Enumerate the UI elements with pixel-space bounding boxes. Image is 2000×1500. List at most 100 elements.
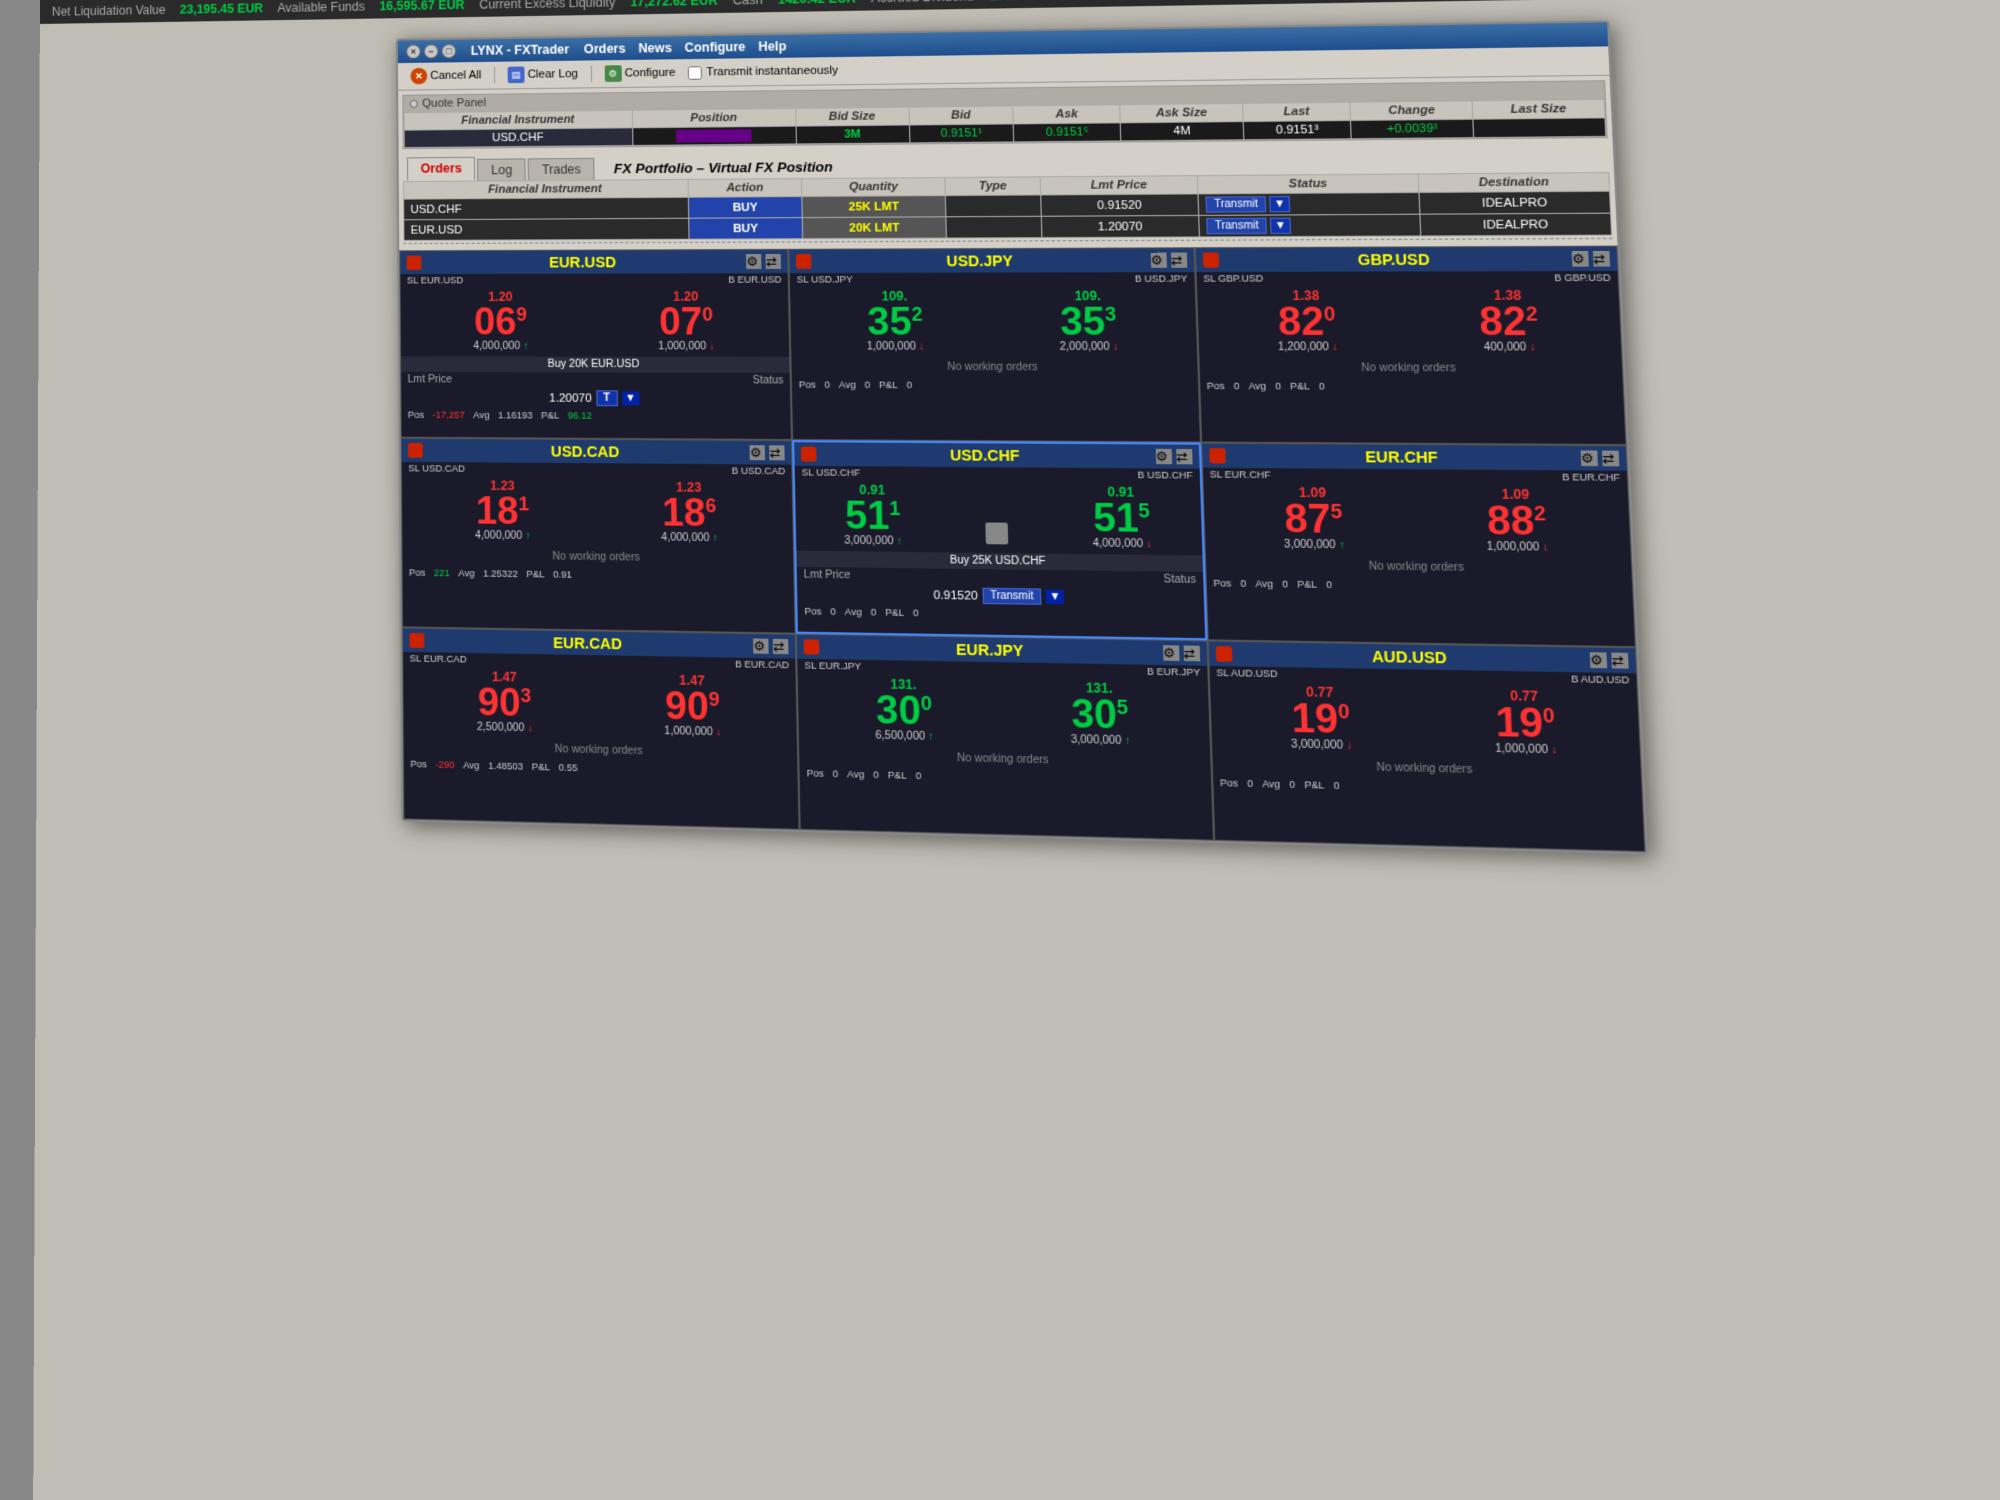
usdjpy-ask-block[interactable]: 109. 353 2,000,000 ↓ [1058, 289, 1119, 353]
gbpusd-prices: 1.38 820 1,200,000 ↓ 1.38 822 400,000 ↓ [1197, 284, 1622, 358]
order-instrument-2: EUR.USD [404, 218, 689, 240]
transmit-dropdown-1[interactable]: ▼ [1269, 196, 1290, 212]
tab-orders[interactable]: Orders [407, 157, 476, 181]
orders-col-status: Status [1198, 174, 1419, 194]
eurusd-close-icon[interactable] [407, 255, 422, 270]
gbpusd-pnl-label: P&L [1290, 381, 1310, 392]
eurusd-settings-icon[interactable]: ⚙ [746, 254, 761, 269]
eurusd-bid-block[interactable]: 1.20 069 4,000,000 ↑ [473, 290, 529, 352]
close-button[interactable]: × [406, 44, 421, 59]
menu-help[interactable]: Help [758, 39, 786, 54]
usdjpy-bid-block[interactable]: 109. 352 1,000,000 ↓ [866, 290, 925, 353]
eurusd-transmit-btn[interactable]: T [596, 390, 618, 406]
audusd-bid-block[interactable]: 0.77 190 3,000,000 ↓ [1289, 685, 1352, 752]
tabs-section: Orders Log Trades FX Portfolio – Virtual… [399, 142, 1618, 250]
usdjpy-swap-icon[interactable]: ⇄ [1171, 253, 1187, 268]
clear-log-label: Clear Log [528, 68, 578, 81]
clear-log-button[interactable]: ▤ Clear Log [503, 64, 582, 86]
usdchf-bid-block[interactable]: 0.91 511 3,000,000 ↑ [843, 483, 902, 547]
eurchf-swap-icon[interactable]: ⇄ [1602, 451, 1619, 467]
eurjpy-close-icon[interactable] [804, 639, 820, 654]
usdcad-settings-icon[interactable]: ⚙ [750, 445, 766, 460]
order-lmt-2: 1.20070 [1041, 215, 1200, 237]
usdchf-dropdown[interactable]: ▼ [1046, 590, 1064, 604]
cancel-all-button[interactable]: ✕ Cancel All [406, 65, 485, 87]
transmit-checkbox[interactable] [688, 66, 702, 80]
gbpusd-close-icon[interactable] [1202, 253, 1218, 268]
eurchf-settings-icon[interactable]: ⚙ [1581, 450, 1598, 466]
usdchf-settings-icon[interactable]: ⚙ [1155, 449, 1171, 464]
usdcad-tile-icons: ⚙ ⇄ [750, 445, 785, 460]
eurcad-bid-block[interactable]: 1.47 903 2,500,000 ↓ [476, 670, 533, 734]
usdjpy-pos-val: 0 [825, 379, 831, 390]
account-bar: Net Liquidation Value 23,195.45 EUR Avai… [40, 0, 2000, 24]
fx-tile-gbpusd-header: GBP.USD ⚙ ⇄ [1195, 247, 1617, 272]
usdcad-swap-icon[interactable]: ⇄ [769, 445, 785, 460]
usdchf-ask-block[interactable]: 0.91 515 4,000,000 ↓ [1091, 485, 1152, 550]
fx-tile-usdcad-header: USD.CAD ⚙ ⇄ [402, 439, 792, 465]
usdcad-close-icon[interactable] [408, 443, 423, 458]
eurcad-pnl-label: P&L [532, 761, 550, 772]
transmit-btn-1[interactable]: Transmit [1206, 196, 1266, 213]
usdchf-close-icon[interactable] [801, 447, 817, 462]
eurusd-prices: 1.20 069 4,000,000 ↑ 1.20 070 1,000,000 … [401, 286, 790, 357]
tab-trades[interactable]: Trades [528, 158, 595, 180]
audusd-close-icon[interactable] [1215, 646, 1232, 662]
eurusd-avg-val: 1.16193 [498, 410, 533, 421]
fx-tile-eurchf: EUR.CHF ⚙ ⇄ SL EUR.CHF B EUR.CHF 1.09 [1201, 443, 1636, 648]
page-wrapper: Dow ange tatus .0056⁰ .0023⁸ .0015¹ .001… [0, 0, 2000, 1500]
menu-configure[interactable]: Configure [684, 40, 745, 55]
gbpusd-bid-block[interactable]: 1.38 820 1,200,000 ↓ [1276, 289, 1338, 353]
menu-orders[interactable]: Orders [584, 41, 626, 56]
eurjpy-bid-block[interactable]: 131. 300 6,500,000 ↑ [874, 677, 934, 743]
minimize-button[interactable]: − [424, 44, 439, 59]
eurchf-close-icon[interactable] [1209, 448, 1226, 463]
usdchf-swap-icon[interactable]: ⇄ [1176, 449, 1192, 464]
fx-tile-eurjpy: EUR.JPY ⚙ ⇄ SL EUR.JPY B EUR.JPY 131. [796, 634, 1214, 841]
eurchf-bid-block[interactable]: 1.09 875 3,000,000 ↑ [1282, 486, 1345, 552]
gbpusd-pair-title: GBP.USD [1358, 251, 1430, 269]
transmit-btn-2[interactable]: Transmit [1207, 218, 1267, 234]
eurjpy-b-label: B EUR.JPY [1147, 666, 1201, 678]
usdcad-bid-block[interactable]: 1.23 181 4,000,000 ↑ [474, 479, 530, 542]
eurjpy-settings-icon[interactable]: ⚙ [1163, 645, 1180, 661]
eurusd-swap-icon[interactable]: ⇄ [766, 254, 781, 269]
usdcad-avg-val: 1.25322 [483, 568, 518, 579]
usdchf-transmit-btn[interactable]: Transmit [982, 588, 1042, 605]
maximize-button[interactable]: □ [441, 44, 456, 59]
eurusd-dropdown[interactable]: ▼ [622, 391, 639, 405]
usdjpy-settings-icon[interactable]: ⚙ [1150, 253, 1166, 268]
transmit-dropdown-2[interactable]: ▼ [1270, 218, 1291, 234]
eurcad-settings-icon[interactable]: ⚙ [753, 638, 769, 653]
menu-news[interactable]: News [638, 41, 672, 56]
configure-button[interactable]: ⚙ Configure [600, 62, 680, 84]
gbpusd-swap-icon[interactable]: ⇄ [1593, 251, 1610, 266]
eurusd-status-label: Status [753, 375, 784, 387]
audusd-ask-block[interactable]: 0.77 190 1,000,000 ↓ [1493, 689, 1558, 757]
usdjpy-b-label: B USD.JPY [1135, 273, 1188, 284]
audusd-swap-icon[interactable]: ⇄ [1611, 653, 1629, 669]
usdcad-ask-block[interactable]: 1.23 186 4,000,000 ↑ [660, 481, 718, 545]
eurcad-close-icon[interactable] [409, 633, 424, 648]
tab-log[interactable]: Log [477, 158, 526, 180]
usdjpy-close-icon[interactable] [796, 254, 812, 269]
toolbar-divider-1 [494, 67, 495, 83]
eurcad-swap-icon[interactable]: ⇄ [773, 639, 789, 654]
orders-col-lmt: Lmt Price [1040, 176, 1199, 195]
gbpusd-settings-icon[interactable]: ⚙ [1572, 251, 1589, 266]
gbpusd-bottom: Pos 0 Avg 0 P&L 0 [1200, 378, 1624, 395]
usdjpy-pos-label: Pos [799, 379, 816, 390]
eurjpy-ask-block[interactable]: 131. 305 3,000,000 ↑ [1069, 681, 1130, 747]
eurcad-pnl-val: 0.55 [559, 762, 578, 773]
eurjpy-swap-icon[interactable]: ⇄ [1183, 646, 1200, 662]
transmit-label: Transmit instantaneously [706, 64, 838, 78]
transmit-checkbox-area: Transmit instantaneously [688, 64, 838, 80]
eurusd-sublabels: SL EUR.USD B EUR.USD [401, 273, 789, 286]
eurcad-ask-block[interactable]: 1.47 909 1,000,000 ↓ [663, 674, 721, 739]
gbpusd-ask-block[interactable]: 1.38 822 400,000 ↓ [1478, 289, 1540, 354]
quote-col-last: Last [1242, 102, 1351, 121]
eurchf-pos-val: 0 [1240, 578, 1246, 589]
eurusd-ask-block[interactable]: 1.20 070 1,000,000 ↓ [657, 290, 714, 352]
audusd-settings-icon[interactable]: ⚙ [1590, 652, 1607, 668]
eurchf-ask-block[interactable]: 1.09 882 1,000,000 ↓ [1484, 488, 1549, 554]
